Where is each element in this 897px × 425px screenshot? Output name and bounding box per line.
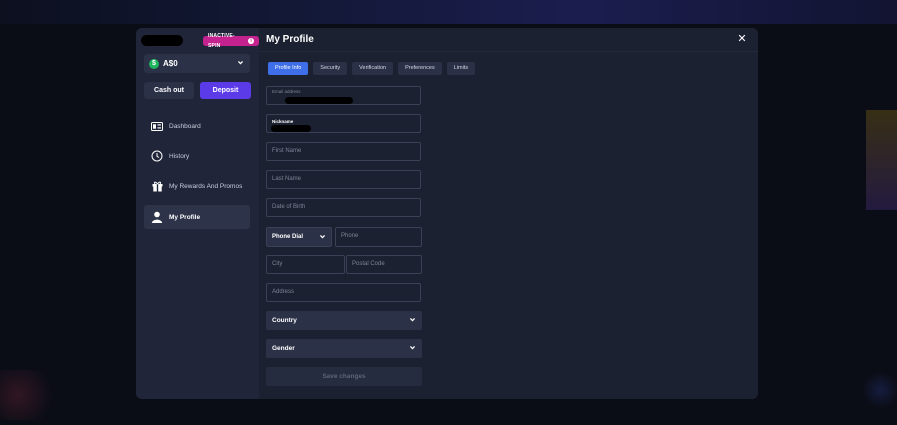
email-label: Email address (272, 89, 301, 94)
save-changes-button[interactable]: Save changes (266, 367, 422, 386)
sidebar-item-label: History (169, 152, 190, 160)
status-badge: INACTIVE-SPIN i (203, 33, 259, 49)
nickname-label: Nickname (272, 119, 294, 124)
history-icon (151, 150, 163, 162)
account-sidebar: INACTIVE-SPIN i $ A$0 Cash out Deposit D… (136, 28, 259, 399)
gift-icon (151, 180, 163, 192)
sidebar-item-rewards[interactable]: My Rewards And Promos (144, 174, 250, 198)
header-divider (259, 51, 758, 52)
dashboard-icon (151, 120, 163, 132)
tab-security[interactable]: Security (313, 62, 348, 75)
date-of-birth-field[interactable]: Date of Birth (266, 198, 421, 217)
tab-verification[interactable]: Verification (352, 62, 394, 75)
last-name-field[interactable]: Last Name (266, 170, 421, 189)
sidebar-item-label: My Rewards And Promos (169, 182, 243, 190)
sidebar-item-label: My Profile (169, 213, 201, 221)
redacted-email (285, 97, 353, 104)
sidebar-item-my-profile[interactable]: My Profile (144, 205, 250, 229)
deposit-button[interactable]: Deposit (200, 82, 251, 99)
backdrop-right-glow (866, 110, 897, 210)
cash-out-button[interactable]: Cash out (144, 82, 194, 99)
chevron-down-icon (409, 344, 416, 353)
city-placeholder: City (272, 261, 283, 267)
backdrop-left-glow (0, 370, 60, 420)
address-placeholder: Address (272, 289, 295, 295)
phone-placeholder: Phone (341, 233, 359, 239)
info-icon: i (248, 38, 254, 44)
sidebar-item-label: Dashboard (169, 122, 201, 130)
user-icon (151, 211, 163, 223)
balance-dropdown[interactable]: $ A$0 (144, 54, 250, 73)
tab-profile-info[interactable]: Profile Info (268, 62, 309, 75)
chevron-down-icon (237, 59, 244, 68)
phone-dial-select[interactable]: Phone Dial (266, 227, 332, 247)
chevron-down-icon (319, 233, 326, 242)
sidebar-item-dashboard[interactable]: Dashboard (144, 114, 250, 138)
page-title: My Profile (266, 34, 314, 45)
gender-label: Gender (272, 345, 295, 352)
phone-field[interactable]: Phone (335, 227, 422, 247)
dollar-icon: $ (149, 58, 159, 69)
tab-limits[interactable]: Limits (446, 62, 476, 75)
last-name-placeholder: Last Name (272, 176, 302, 182)
city-field[interactable]: City (266, 255, 345, 274)
backdrop-right-glow-bottom (864, 370, 897, 410)
profile-modal: INACTIVE-SPIN i $ A$0 Cash out Deposit D… (136, 28, 758, 399)
postal-code-field[interactable]: Postal Code (346, 255, 422, 274)
postal-code-placeholder: Postal Code (352, 261, 385, 267)
redacted-nickname (271, 125, 311, 132)
status-badge-label: INACTIVE-SPIN (208, 33, 235, 49)
sidebar-item-history[interactable]: History (144, 144, 250, 168)
address-field[interactable]: Address (266, 283, 421, 302)
first-name-placeholder: First Name (272, 148, 302, 154)
country-select[interactable]: Country (266, 311, 422, 330)
email-field[interactable]: Email address (266, 86, 421, 105)
gender-select[interactable]: Gender (266, 339, 422, 358)
first-name-field[interactable]: First Name (266, 142, 421, 161)
nickname-field[interactable]: Nickname (266, 114, 421, 133)
chevron-down-icon (409, 316, 416, 325)
tab-preferences[interactable]: Preferences (398, 62, 442, 75)
phone-dial-label: Phone Dial (272, 234, 304, 240)
profile-panel: My Profile ✕ Profile Info Security Verif… (259, 28, 758, 399)
close-icon[interactable]: ✕ (736, 33, 748, 45)
country-label: Country (272, 317, 297, 324)
date-of-birth-placeholder: Date of Birth (272, 204, 306, 210)
profile-tabs: Profile Info Security Verification Prefe… (268, 62, 476, 75)
balance-value: A$0 (163, 59, 178, 68)
redacted-username (141, 35, 183, 46)
backdrop-top-glow (0, 0, 897, 24)
